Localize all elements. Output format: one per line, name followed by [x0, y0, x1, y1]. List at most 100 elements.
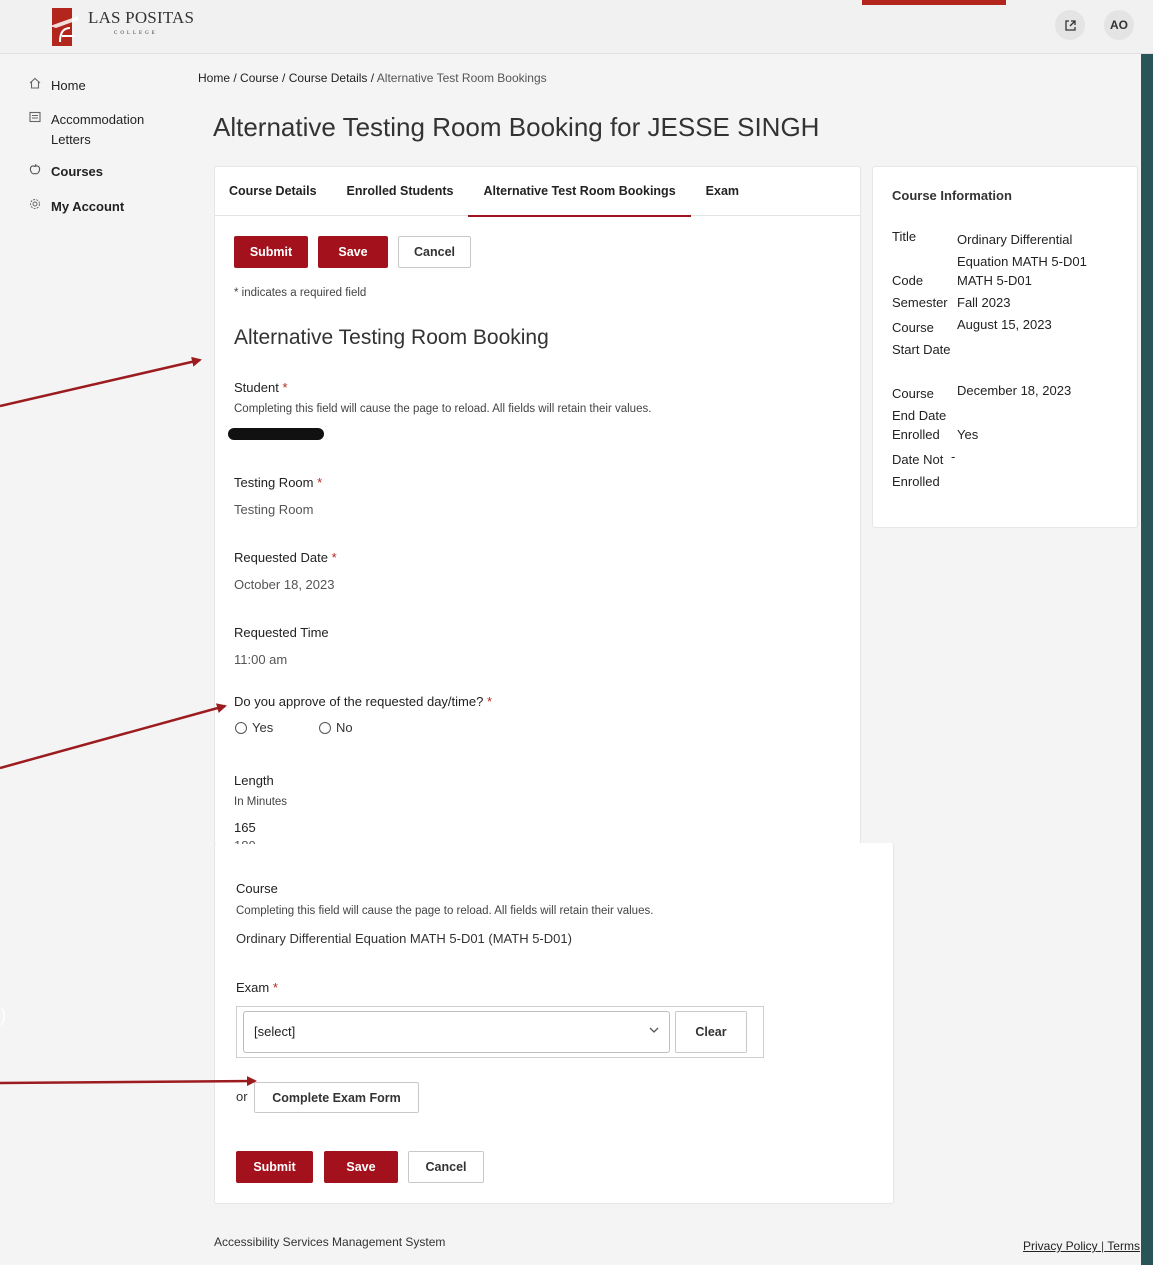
sidebar-item-home[interactable]: Home — [28, 76, 86, 96]
breadcrumb-home[interactable]: Home — [198, 71, 230, 85]
external-link-icon — [1064, 19, 1076, 31]
breadcrumb-separator: / — [230, 71, 241, 85]
sidebar-item-label: Home — [51, 78, 86, 93]
sidebar-item-my-account[interactable]: My Account — [28, 197, 124, 217]
testing-room-label-text: Testing Room — [234, 475, 314, 490]
logo-subtext: COLLEGE — [114, 31, 158, 36]
required-mark: * — [282, 380, 288, 395]
sidebar-item-label: Accommodation Letters — [51, 112, 145, 147]
logo-mark-icon — [50, 8, 78, 46]
sidebar-item-label: My Account — [51, 199, 125, 214]
course-info-key: Course End Date — [892, 386, 947, 423]
tab-enrolled-students[interactable]: Enrolled Students — [332, 166, 469, 216]
course-info-key: Date Not Enrolled — [892, 452, 944, 489]
footer-separator: | — [1101, 1239, 1105, 1253]
requested-time-label: Requested Time — [234, 625, 329, 640]
testing-room-label: Testing Room * — [234, 475, 322, 490]
breadcrumb-separator: / — [278, 71, 289, 85]
avatar-initials: AO — [1110, 18, 1128, 32]
length-value-cut: 180 — [234, 838, 256, 844]
student-label-text: Student — [234, 380, 279, 395]
terms-link[interactable]: Terms — [1107, 1239, 1140, 1253]
course-info-value: Fall 2023 — [957, 295, 1011, 310]
course-info-value: Ordinary Differential Equation MATH 5-D0… — [957, 232, 1087, 269]
breadcrumb-course-details[interactable]: Course Details — [289, 71, 368, 85]
user-avatar-button[interactable]: AO — [1104, 10, 1134, 40]
top-bar-accent — [862, 0, 1006, 5]
home-icon — [28, 77, 42, 91]
exam-label-text: Exam — [236, 980, 270, 995]
approve-no-radio[interactable]: No — [319, 720, 353, 735]
clear-exam-button[interactable]: Clear — [675, 1011, 747, 1053]
privacy-policy-link[interactable]: Privacy Policy — [1023, 1239, 1098, 1253]
save-button-bottom[interactable]: Save — [324, 1151, 398, 1183]
required-mark: * — [272, 980, 278, 995]
gear-icon — [28, 198, 42, 212]
breadcrumb-course[interactable]: Course — [240, 71, 279, 85]
course-info-key: Enrolled — [892, 427, 940, 442]
course-info-key: Title — [892, 229, 917, 244]
tab-alternative-test-room-bookings[interactable]: Alternative Test Room Bookings — [468, 166, 691, 217]
submit-button-top[interactable]: Submit — [234, 236, 308, 268]
required-mark: * — [486, 694, 493, 709]
tab-bar: Course Details Enrolled Students Alterna… — [214, 166, 860, 217]
radio-circle[interactable] — [319, 721, 331, 734]
length-value: 165 — [234, 820, 256, 835]
form-heading: Alternative Testing Room Booking — [234, 326, 549, 349]
course-info-key: Code — [892, 273, 924, 288]
tab-course-details[interactable]: Course Details — [214, 166, 332, 216]
course-info-key: Course Start Date — [892, 320, 951, 357]
logo-text: LAS POSITAS — [88, 8, 195, 27]
requested-date-label: Requested Date * — [234, 550, 337, 565]
cancel-button-top[interactable]: Cancel — [398, 236, 471, 268]
tab-exam[interactable]: Exam — [691, 166, 754, 216]
footer-system-name: Accessibility Services Management System — [214, 1235, 446, 1249]
course-info-value: - — [951, 449, 956, 464]
course-info-heading: Course Information — [892, 188, 1012, 203]
chevron-down-icon[interactable] — [648, 1024, 662, 1038]
course-info-value: MATH 5-D01 — [957, 273, 1032, 288]
slide-edge — [1141, 54, 1153, 1265]
external-link-button[interactable] — [1055, 10, 1085, 40]
breadcrumb: Home / Course / Course Details / Alterna… — [198, 71, 547, 85]
letter-icon — [28, 111, 42, 125]
footer-links: Privacy Policy | Terms — [1023, 1239, 1140, 1253]
approve-yes-radio[interactable]: Yes — [235, 720, 273, 735]
college-logo[interactable]: LAS POSITAS COLLEGE — [48, 4, 218, 48]
apple-icon — [28, 163, 42, 177]
or-text: or — [236, 1089, 248, 1104]
breadcrumb-separator: / — [367, 71, 377, 85]
breadcrumb-current: Alternative Test Room Bookings — [376, 71, 547, 85]
required-mark: * — [331, 550, 337, 565]
radio-label: Yes — [252, 720, 274, 735]
sidebar-item-accommodation-letters[interactable]: Accommodation Letters — [28, 110, 161, 150]
student-label: Student * — [234, 380, 288, 395]
sidebar-item-courses[interactable]: Courses — [28, 162, 103, 182]
redacted-student-name — [228, 428, 324, 440]
course-info-value: August 15, 2023 — [957, 317, 1052, 332]
course-info-value: December 18, 2023 — [957, 383, 1072, 398]
required-mark: * — [317, 475, 323, 490]
submit-button-bottom[interactable]: Submit — [236, 1151, 313, 1183]
slide-text-fragment: ) — [0, 1005, 6, 1025]
course-info-value: Yes — [957, 427, 979, 442]
course-info-key: Semester — [892, 295, 948, 310]
cancel-button-bottom[interactable]: Cancel — [408, 1151, 484, 1183]
requested-date-value: October 18, 2023 — [234, 577, 335, 592]
complete-exam-form-button[interactable]: Complete Exam Form — [254, 1082, 419, 1113]
testing-room-value: Testing Room — [234, 502, 314, 517]
top-bar: LAS POSITAS COLLEGE AO — [0, 0, 1153, 54]
save-button-top[interactable]: Save — [318, 236, 388, 268]
requested-date-label-text: Requested Date — [234, 550, 328, 565]
course-label: Course — [236, 881, 278, 896]
radio-circle[interactable] — [235, 721, 247, 734]
exam-select[interactable]: [select] — [243, 1011, 670, 1053]
length-help: In Minutes — [234, 796, 288, 808]
radio-label: No — [336, 720, 353, 735]
requested-time-value: 11:00 am — [234, 652, 288, 667]
app-window: LAS POSITAS COLLEGE AO Home Accommodatio… — [0, 0, 1153, 1265]
course-help: Completing this field will cause the pag… — [236, 905, 654, 917]
student-help: Completing this field will cause the pag… — [234, 403, 652, 415]
exam-label: Exam * — [236, 980, 278, 995]
required-note: * indicates a required field — [234, 287, 367, 299]
